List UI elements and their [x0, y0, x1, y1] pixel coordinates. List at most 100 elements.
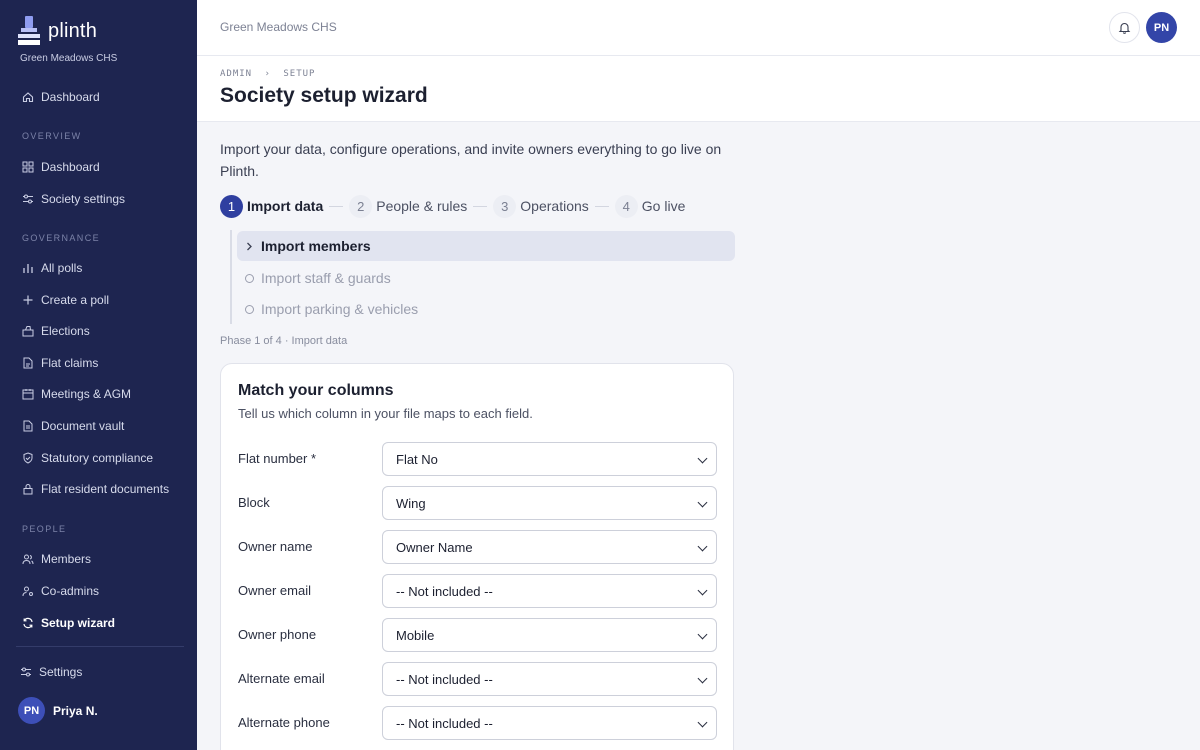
sidebar-item-resident-documents[interactable]: Flat resident documents — [22, 480, 169, 498]
step-label: Go live — [641, 198, 686, 214]
select-value: Mobile — [396, 627, 435, 643]
step-number: 3 — [493, 194, 517, 218]
topbar-society-name: Green Meadows CHS — [220, 20, 337, 34]
step-import-data[interactable]: 1 Import data — [220, 194, 324, 218]
sidebar-item-label: All polls — [41, 261, 83, 275]
substep-label: Import members — [261, 238, 371, 254]
chevron-down-icon — [697, 453, 708, 464]
select-value: -- Not included -- — [396, 671, 493, 687]
field-alternate-email: Alternate email -- Not included -- — [238, 662, 718, 698]
field-alternate-phone: Alternate phone -- Not included -- — [238, 706, 718, 742]
block-select[interactable]: Wing — [382, 486, 717, 520]
sidebar-item-create-poll[interactable]: Create a poll — [22, 291, 109, 309]
owner-phone-select[interactable]: Mobile — [382, 618, 717, 652]
sidebar-item-label: Members — [41, 552, 92, 566]
sidebar-divider — [16, 646, 184, 647]
chevron-down-icon — [697, 717, 708, 728]
grid-icon — [22, 161, 34, 173]
sidebar-item-label: Setup wizard — [41, 616, 116, 630]
owner-email-select[interactable]: -- Not included -- — [382, 574, 717, 608]
step-label: People & rules — [376, 198, 468, 214]
section-title-people: PEOPLE — [22, 524, 67, 534]
brand[interactable]: plinth — [18, 16, 97, 46]
step-operations[interactable]: 3 Operations — [493, 194, 589, 218]
step-connector — [594, 205, 609, 207]
substep-list: Import members Import staff & guards Imp… — [230, 230, 735, 324]
step-connector — [473, 205, 488, 207]
select-value: Flat No — [396, 451, 438, 467]
sidebar-item-settings[interactable]: Settings — [20, 663, 82, 681]
sidebar-item-society-settings[interactable]: Society settings — [22, 190, 125, 208]
plus-icon — [23, 295, 33, 305]
notifications-button[interactable] — [1109, 12, 1140, 43]
chevron-down-icon — [697, 673, 708, 684]
substep-import-staff[interactable]: Import staff & guards — [237, 263, 735, 293]
field-label: Alternate phone — [238, 715, 330, 730]
sidebar-item-dashboard[interactable]: Dashboard — [22, 158, 100, 176]
field-owner-name: Owner name Owner Name — [238, 530, 718, 566]
settings-icon — [21, 667, 31, 677]
lock-icon — [23, 484, 33, 495]
sidebar-item-setup-wizard[interactable]: Setup wizard — [22, 614, 115, 632]
sidebar: plinth Green Meadows CHS Dashboard OVERV… — [0, 0, 197, 750]
account-avatar[interactable]: PN — [1146, 12, 1177, 43]
sidebar-item-label: Create a poll — [41, 293, 110, 307]
phase-indicator: Phase 1 of 4 · Import data — [220, 335, 348, 347]
sidebar-item-document-vault[interactable]: Document vault — [22, 417, 124, 435]
substep-label: Import staff & guards — [261, 270, 391, 286]
step-number: 4 — [614, 194, 638, 218]
alternate-phone-select[interactable]: -- Not included -- — [382, 706, 717, 740]
brand-name: plinth — [48, 19, 98, 42]
step-people-rules[interactable]: 2 People & rules — [349, 194, 468, 218]
breadcrumb-admin[interactable]: ADMIN — [220, 69, 252, 79]
calendar-icon — [22, 389, 34, 400]
step-label: Operations — [520, 198, 589, 214]
substep-import-parking[interactable]: Import parking & vehicles — [237, 294, 735, 324]
sidebar-item-label: Dashboard — [41, 160, 100, 174]
user-key-icon — [22, 586, 33, 597]
sidebar-item-meetings[interactable]: Meetings & AGM — [22, 385, 131, 403]
field-label: Block — [238, 495, 270, 510]
sidebar-item-home-dashboard[interactable]: Dashboard — [22, 88, 100, 106]
user-profile[interactable]: PN Priya N. — [18, 697, 98, 724]
flat-number-select[interactable]: Flat No — [382, 442, 717, 476]
user-name: Priya N. — [53, 703, 98, 718]
circle-icon — [244, 304, 254, 314]
breadcrumb: ADMIN › SETUP — [220, 69, 315, 79]
society-name: Green Meadows CHS — [20, 53, 118, 64]
substep-import-members[interactable]: Import members — [237, 231, 735, 261]
sidebar-item-label: Co-admins — [41, 584, 100, 598]
card-title: Match your columns — [238, 382, 394, 399]
chevron-down-icon — [697, 497, 708, 508]
sidebar-item-all-polls[interactable]: All polls — [22, 259, 82, 277]
sliders-icon — [23, 194, 33, 204]
sidebar-item-label: Dashboard — [41, 90, 100, 104]
step-number: 2 — [349, 194, 373, 218]
home-icon — [22, 92, 34, 103]
chevron-down-icon — [697, 585, 708, 596]
step-label: Import data — [247, 198, 324, 214]
page-header: ADMIN › SETUP Society setup wizard — [197, 56, 1200, 122]
circle-icon — [244, 273, 254, 283]
field-block: Block Wing — [238, 486, 718, 522]
section-title-overview: OVERVIEW — [22, 131, 82, 141]
sidebar-item-co-admins[interactable]: Co-admins — [22, 582, 99, 600]
sidebar-item-flat-claims[interactable]: Flat claims — [22, 354, 98, 372]
sidebar-item-label: Meetings & AGM — [41, 387, 132, 401]
ballot-icon — [22, 326, 34, 337]
owner-name-select[interactable]: Owner Name — [382, 530, 717, 564]
field-owner-email: Owner email -- Not included -- — [238, 574, 718, 610]
step-go-live[interactable]: 4 Go live — [614, 194, 686, 218]
section-title-governance: GOVERNANCE — [22, 233, 101, 243]
alternate-email-select[interactable]: -- Not included -- — [382, 662, 717, 696]
sidebar-item-elections[interactable]: Elections — [22, 322, 90, 340]
sidebar-item-label: Society settings — [41, 192, 126, 206]
chevron-down-icon — [697, 629, 708, 640]
select-value: Owner Name — [396, 539, 473, 555]
column-mapping-card: Match your columns Tell us which column … — [220, 363, 734, 750]
wizard-stepper: 1 Import data 2 People & rules 3 Operati… — [220, 194, 685, 218]
field-label: Flat number * — [238, 451, 317, 466]
breadcrumb-setup: SETUP — [283, 69, 316, 79]
sidebar-item-members[interactable]: Members — [22, 550, 91, 568]
sidebar-item-statutory-compliance[interactable]: Statutory compliance — [22, 449, 153, 467]
